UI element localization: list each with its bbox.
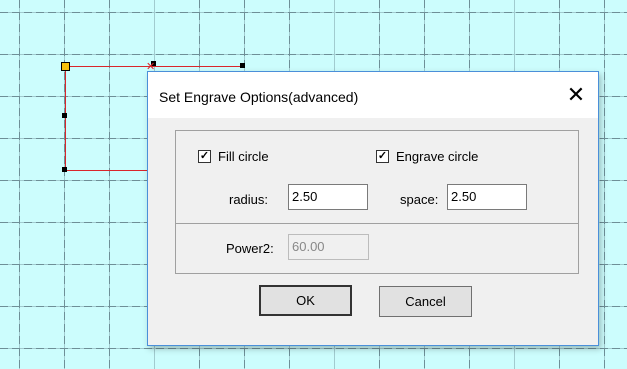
engrave-circle-check-icon[interactable]: ✓ (376, 150, 389, 163)
engrave-circle-checkbox[interactable]: ✓ Engrave circle (376, 149, 478, 164)
fill-circle-check-icon[interactable]: ✓ (198, 150, 211, 163)
close-button[interactable]: ✕ (554, 80, 598, 112)
selection-handle-middle-left[interactable] (62, 113, 67, 118)
power2-input: 60.00 (288, 234, 369, 260)
selection-handle-top-left[interactable] (61, 62, 70, 71)
selection-handle-bottom-left[interactable] (62, 167, 67, 172)
dialog-title: Set Engrave Options(advanced) (159, 89, 359, 105)
space-input[interactable]: 2.50 (447, 184, 527, 210)
group-divider (176, 223, 578, 224)
options-group: ✓ Fill circle ✓ Engrave circle radius: 2… (175, 130, 579, 274)
radius-input[interactable]: 2.50 (288, 184, 368, 210)
cancel-button[interactable]: Cancel (379, 286, 472, 317)
fill-circle-label: Fill circle (218, 149, 269, 164)
power2-label: Power2: (226, 241, 274, 256)
engrave-circle-label: Engrave circle (396, 149, 479, 164)
engrave-options-dialog: Set Engrave Options(advanced) ✕ ✓ Fill c… (147, 71, 599, 346)
fill-circle-checkbox[interactable]: ✓ Fill circle (198, 149, 269, 164)
space-label: space: (400, 192, 439, 207)
close-icon: ✕ (566, 82, 586, 107)
ok-button[interactable]: OK (259, 285, 352, 316)
dialog-titlebar[interactable]: Set Engrave Options(advanced) ✕ (148, 72, 598, 118)
selection-handle-top-right[interactable] (240, 63, 245, 68)
radius-label: radius: (229, 192, 269, 207)
